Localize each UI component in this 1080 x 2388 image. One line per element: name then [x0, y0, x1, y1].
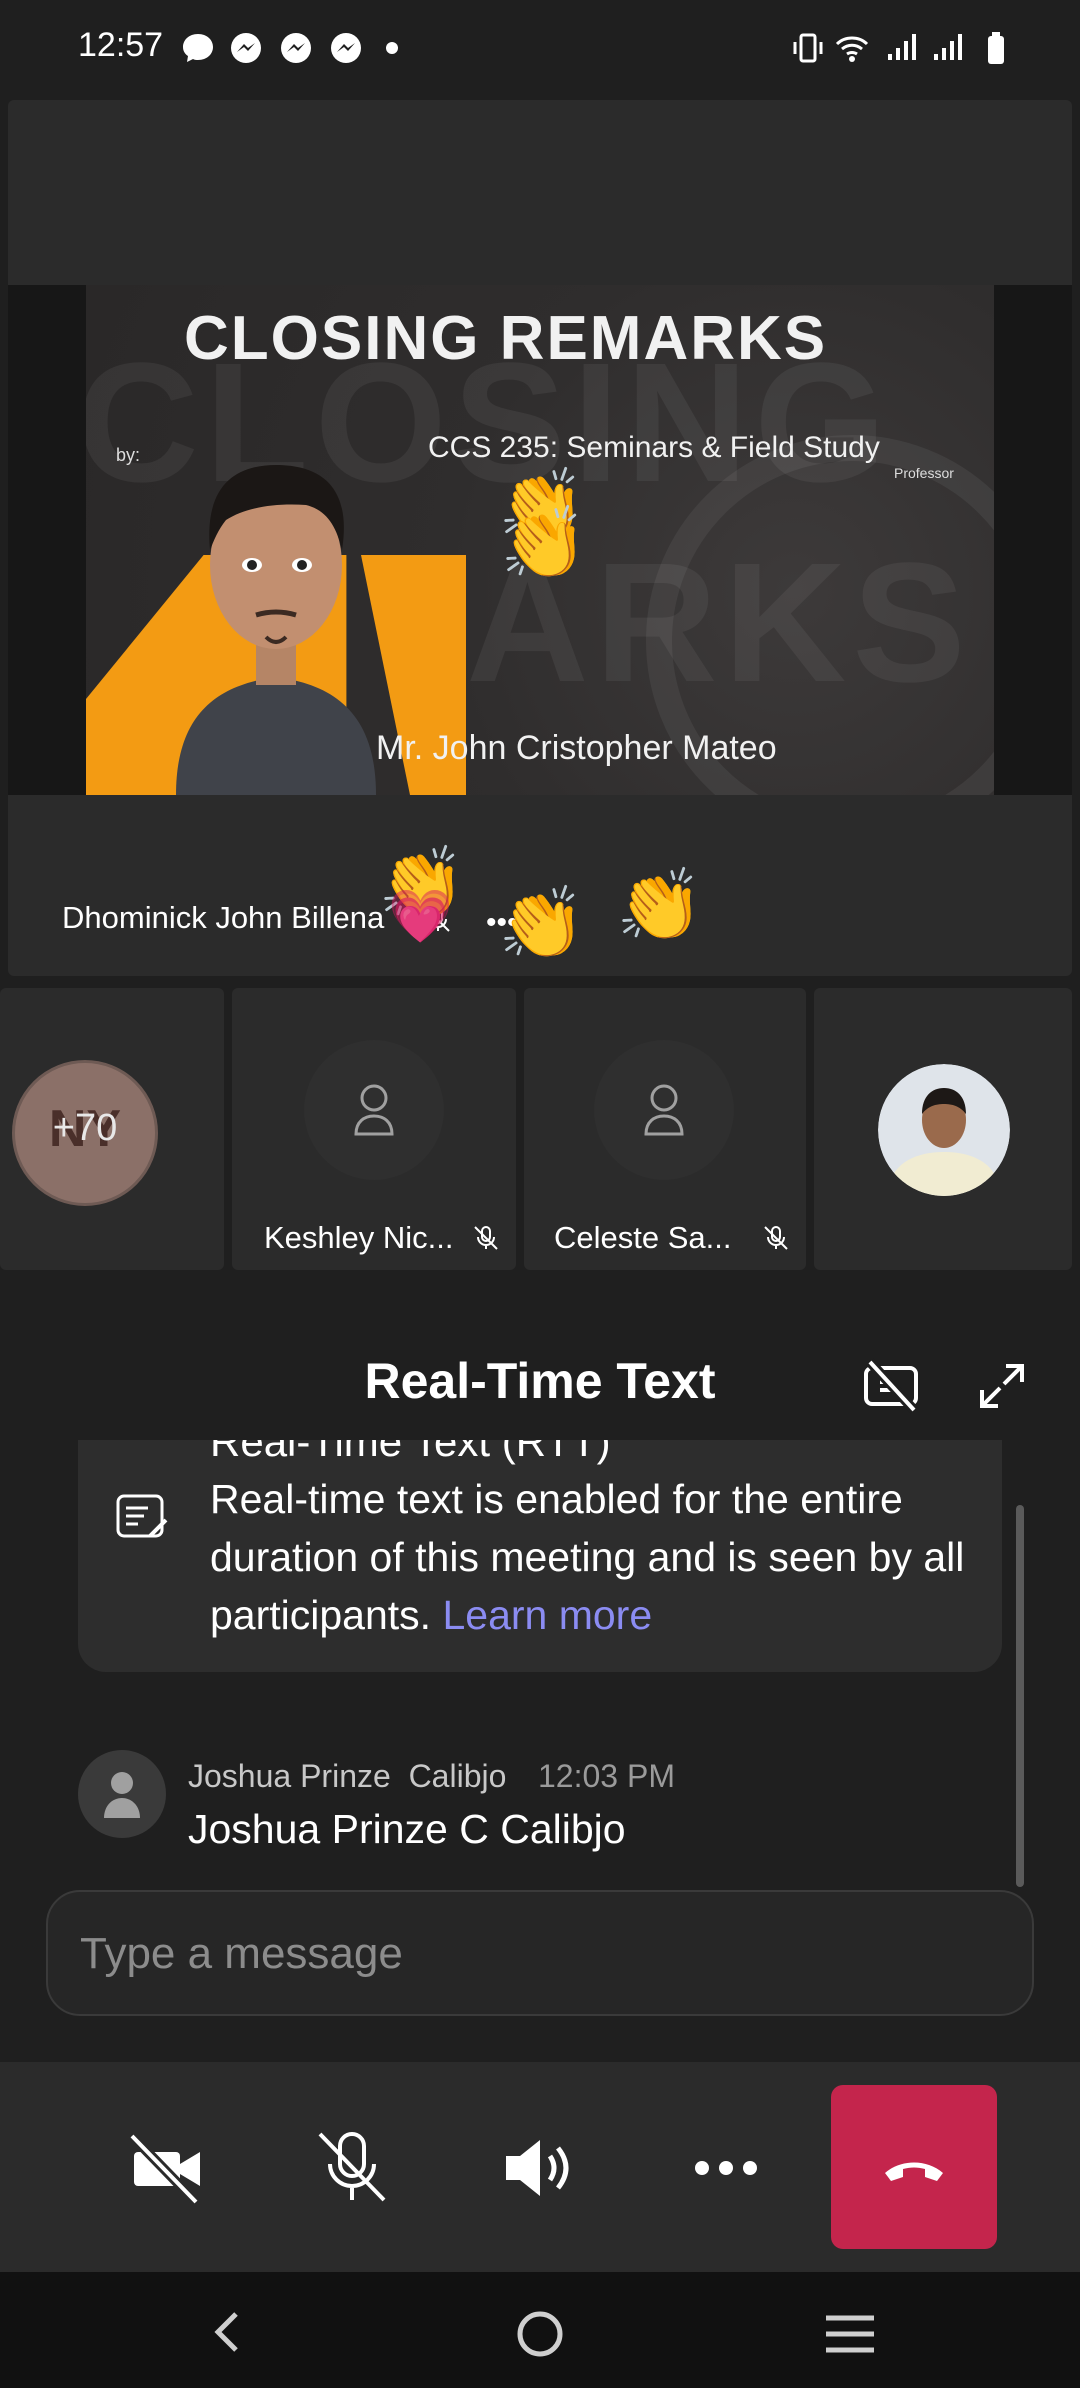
message-input-container[interactable]	[46, 1890, 1034, 2016]
slide-by-label: by:	[116, 445, 141, 465]
more-button[interactable]	[676, 2118, 776, 2218]
messenger-icon	[281, 33, 311, 63]
self-video-tile[interactable]	[814, 988, 1072, 1270]
message-avatar	[78, 1750, 166, 1838]
rtt-notice-heading: Real-Time Text (RTT)	[210, 1440, 611, 1465]
mic-off-icon	[474, 1226, 498, 1250]
camera-off-icon[interactable]	[862, 1358, 920, 1414]
rtt-notice-text: Real-time text is enabled for the entire…	[210, 1476, 965, 1638]
speaker-button[interactable]	[488, 2118, 588, 2218]
overflow-tile[interactable]: NY +70	[0, 988, 224, 1270]
rtt-icon	[116, 1494, 168, 1538]
hang-up-icon	[885, 2162, 943, 2181]
vibrate-icon	[793, 33, 823, 63]
rtt-notice-card: Real-Time Text (RTT) Real-time text is e…	[78, 1440, 1002, 1672]
message-text: Joshua Prinze C Calibjo	[188, 1806, 626, 1852]
learn-more-link[interactable]: Learn more	[442, 1592, 652, 1638]
signal-icon	[888, 34, 916, 60]
status-time: 12:57	[78, 26, 164, 64]
clap-reaction: 👏	[498, 884, 586, 962]
mic-off-button[interactable]	[302, 2118, 402, 2218]
status-bar: 12:57	[0, 0, 1080, 100]
slide-speaker-name: Mr. John Cristopher Mateo	[376, 729, 777, 767]
participant-name: Celeste Sa...	[554, 1220, 732, 1255]
dot-icon	[386, 42, 398, 54]
recents-icon[interactable]	[822, 2310, 878, 2358]
chat-bubble-icon	[183, 34, 213, 62]
self-avatar	[878, 1064, 1010, 1196]
main-stage[interactable]: CLOSING ARKS CLOSING REMARKS by: CCS 235…	[8, 100, 1072, 976]
wifi-icon	[835, 36, 869, 62]
heart-reaction: 💗	[388, 888, 453, 946]
back-icon[interactable]	[206, 2308, 250, 2356]
participant-tile[interactable]: Celeste Sa...	[524, 988, 806, 1270]
scrollbar[interactable]	[1016, 1505, 1024, 1887]
slide-course: CCS 235: Seminars & Field Study	[428, 431, 880, 464]
battery-icon	[988, 32, 1004, 64]
person-icon	[354, 1084, 394, 1136]
camera-off-button[interactable]	[116, 2118, 216, 2218]
speaker-photo	[176, 465, 376, 795]
messenger-icon	[231, 33, 261, 63]
navigation-bar	[0, 2272, 1080, 2388]
message-sender: Joshua Prinze Calibjo	[188, 1758, 507, 1794]
presenter-name: Dhominick John Billena	[62, 900, 385, 935]
slide-title: CLOSING REMARKS	[184, 304, 828, 373]
slide-role: Professor	[894, 465, 954, 481]
overflow-avatar: NY +70	[12, 1060, 158, 1206]
home-icon[interactable]	[512, 2306, 568, 2362]
message-input[interactable]	[78, 1892, 1002, 2016]
messenger-icon	[331, 33, 361, 63]
participant-avatar	[304, 1040, 444, 1180]
clap-reaction: 👏	[616, 866, 704, 944]
person-icon	[104, 1772, 140, 1818]
participant-tile[interactable]: Keshley Nic...	[232, 988, 516, 1270]
hang-up-button[interactable]	[831, 2085, 997, 2249]
message-time: 12:03 PM	[538, 1758, 675, 1794]
participant-name: Keshley Nic...	[264, 1220, 454, 1255]
mic-off-icon	[764, 1226, 788, 1250]
person-icon	[644, 1084, 684, 1136]
overflow-count: +70	[52, 1107, 118, 1149]
signal-icon	[934, 34, 962, 60]
participant-avatar	[594, 1040, 734, 1180]
expand-icon[interactable]	[976, 1360, 1028, 1412]
clap-reaction: 👏	[500, 504, 588, 582]
